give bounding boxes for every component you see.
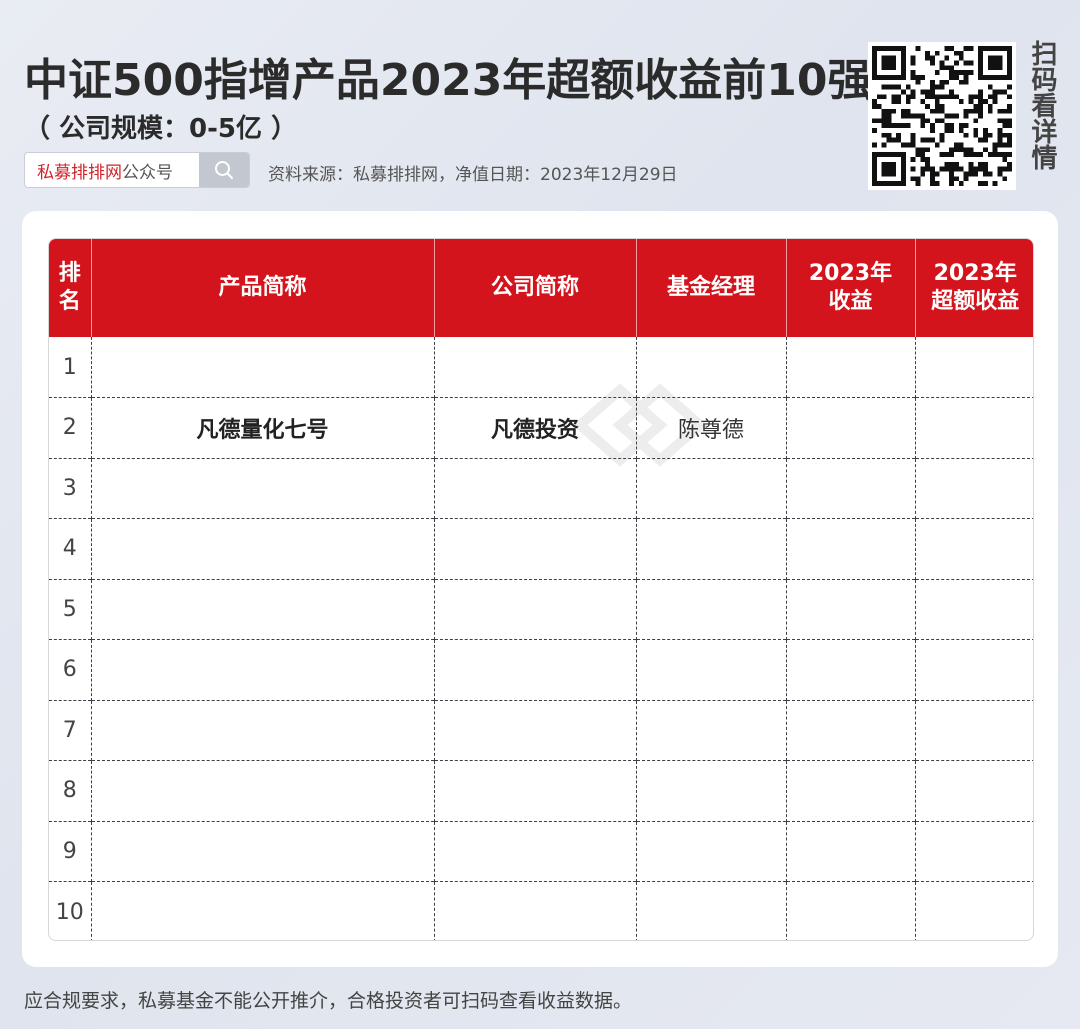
cell-manager: [635, 699, 786, 761]
header-rank: 排名: [49, 239, 91, 337]
cell-product: [90, 699, 434, 761]
cell-rank: 5: [49, 578, 91, 640]
cell-manager: [635, 639, 786, 700]
cell-excess: [914, 639, 1033, 700]
header-company: 公司简称: [433, 239, 636, 337]
header-return: 2023年收益: [785, 239, 915, 337]
header-manager-line: 基金经理: [666, 275, 755, 300]
cell-rank: 8: [49, 760, 91, 821]
cell-excess: [914, 457, 1033, 519]
table-row: 9: [49, 820, 1033, 882]
cell-company: [433, 760, 636, 821]
cell-rank: 1: [62, 354, 77, 380]
cell-company: [433, 578, 636, 640]
page-subtitle: （ 公司规模：0-5亿 ）: [24, 114, 298, 144]
header-excess-line: 2023年: [933, 261, 1017, 286]
cell-rank: 9: [49, 820, 91, 882]
cell-rank: 7: [49, 699, 91, 761]
cell-rank: 10: [49, 881, 91, 940]
header-return-line: 收益: [828, 289, 873, 314]
table-row: 7: [49, 699, 1033, 761]
ranking-table: 排名产品简称 公司简称 基金经理 2023年 收益 2023年 超额收益 1 2 凡德量化七号凡…: [48, 238, 1034, 941]
cell-return: [785, 518, 915, 579]
watermark-logo: [572, 383, 708, 467]
cell-return: [785, 881, 915, 940]
table-row: 8: [49, 760, 1033, 821]
search-suffix: 公众号: [122, 162, 173, 183]
qr-code[interactable]: [868, 42, 1016, 190]
search-brand: 私募排排网: [37, 162, 122, 183]
cell-product: [90, 578, 434, 640]
search-button[interactable]: [199, 153, 249, 187]
compliance-note: 应合规要求，私募基金不能公开推介，合格投资者可扫码查看收益数据。: [24, 990, 633, 1012]
data-source: 资料来源：私募排排网，净值日期：2023年12月29日: [268, 165, 678, 185]
header-manager: 基金经理: [635, 239, 786, 337]
cell-excess: [914, 578, 1033, 640]
cell-rank: 2: [49, 397, 91, 458]
cell-product: 凡德量化七号: [90, 397, 434, 458]
search-box[interactable]: 私募排排网公众号: [24, 152, 250, 188]
cell-return: [785, 760, 915, 821]
table-row: 1: [49, 337, 1033, 398]
cell-rank: 3: [49, 457, 91, 519]
cell-excess: [914, 881, 1033, 940]
table-row: 6: [49, 639, 1033, 700]
cell-company: [433, 881, 636, 940]
header-rank-line: 排: [58, 261, 81, 286]
cell-excess: [914, 699, 1033, 761]
qr-code-icon: [872, 46, 1012, 186]
table-row: 4: [49, 518, 1033, 579]
header-excess: 2023年超额收益: [914, 239, 1033, 337]
search-text[interactable]: 私募排排网公众号: [25, 158, 199, 183]
cell-rank: 4: [49, 518, 91, 579]
cell-excess: [914, 337, 1033, 398]
cell-product: [90, 639, 434, 700]
header-product-line: 产品简称: [218, 275, 307, 300]
cell-return: [785, 397, 915, 458]
cell-return: [785, 639, 915, 700]
cell-product: [90, 518, 434, 579]
cell-company: [433, 639, 636, 700]
cell-rank: 6: [49, 639, 91, 700]
header-return-line: 2023年: [808, 261, 893, 286]
cell-manager: [635, 578, 786, 640]
cell-product: [90, 820, 434, 882]
cell-manager: [635, 518, 786, 579]
page-title: 中证500指增产品2023年超额收益前10强: [24, 55, 872, 106]
cell-company: [433, 820, 636, 882]
cell-excess: [914, 397, 1033, 458]
table-row: 10: [49, 881, 1033, 940]
cell-product: [90, 337, 434, 398]
cell-company: [433, 518, 636, 579]
cell-return: [785, 337, 915, 398]
cell-manager: [635, 820, 786, 882]
cell-product: [90, 457, 434, 519]
cell-excess: [914, 820, 1033, 882]
table-header-row: 排名产品简称 公司简称 基金经理 2023年 收益 2023年 超额收益: [49, 239, 1033, 337]
cell-company: [433, 699, 636, 761]
cell-return: [785, 699, 915, 761]
table-row: 2 凡德量化七号 凡德投资 陈尊德: [49, 397, 1033, 458]
cell-excess: [914, 518, 1033, 579]
header-excess-line: 超额收益: [931, 289, 1020, 314]
cell-return: [785, 457, 915, 519]
cell-excess: [914, 760, 1033, 821]
cell-return: [785, 578, 915, 640]
header-product: 产品简称: [90, 239, 434, 337]
search-icon: [215, 161, 234, 179]
cell-product: [90, 881, 434, 940]
cell-product: [90, 760, 434, 821]
cell-manager: [635, 760, 786, 821]
cell-manager: [635, 881, 786, 940]
table-row: 5: [49, 578, 1033, 640]
scan-label: 扫码看详情: [1027, 40, 1057, 170]
cell-return: [785, 820, 915, 882]
table-row: 3: [49, 457, 1033, 519]
header-rank-line: 名: [58, 289, 81, 314]
header-company-line: 公司简称: [490, 275, 579, 300]
